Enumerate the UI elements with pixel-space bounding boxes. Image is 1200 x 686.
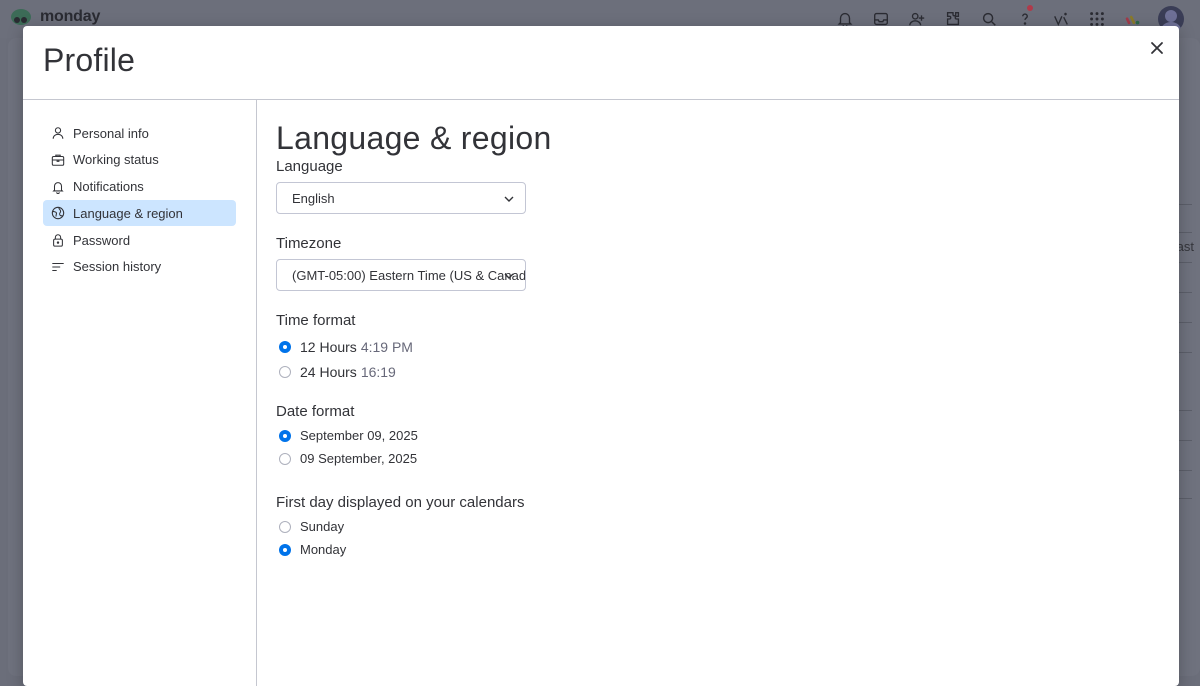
- timezone-dropdown[interactable]: (GMT-05:00) Eastern Time (US & Canada): [276, 259, 526, 291]
- date-format-day-first-radio[interactable]: 09 September, 2025: [276, 447, 1136, 470]
- sidebar-item-label: Session history: [73, 259, 162, 275]
- close-button[interactable]: [1145, 36, 1169, 60]
- lock-icon: [53, 234, 63, 247]
- language-value: English: [292, 190, 335, 206]
- sidebar-item-language-region[interactable]: Language & region: [43, 200, 236, 227]
- close-icon: [1151, 42, 1163, 54]
- date-format-options: September 09, 2025 09 September, 2025: [276, 424, 1136, 470]
- radio-unselected: [279, 452, 291, 465]
- option-label: September 09, 2025: [300, 428, 418, 443]
- profile-modal: Profile Personal info Working status Not…: [23, 26, 1179, 686]
- timezone-label: Timezone: [276, 235, 342, 252]
- first-day-sunday-radio[interactable]: Sunday: [276, 515, 1136, 538]
- sidebar-divider: [256, 100, 257, 686]
- radio-unselected: [279, 520, 291, 533]
- sidebar-item-session-history[interactable]: Session history: [43, 254, 236, 280]
- first-day-monday-radio[interactable]: Monday: [276, 538, 1136, 561]
- chevron-down-icon: [504, 196, 514, 202]
- header-divider: [23, 99, 1179, 100]
- option-label: Sunday: [300, 519, 345, 534]
- radio-unselected: [279, 365, 291, 378]
- chevron-down-icon: [504, 273, 514, 279]
- section-title: Language & region: [276, 120, 552, 156]
- first-day-options: Sunday Monday: [276, 515, 1136, 561]
- brand-name: monday: [40, 8, 101, 25]
- option-example: 16:19: [360, 363, 396, 380]
- timezone-value: (GMT-05:00) Eastern Time (US & Canada): [292, 267, 526, 283]
- option-example: 4:19 PM: [360, 338, 413, 355]
- monday-logo-mark: [10, 8, 32, 26]
- option-label: 12 Hours: [300, 338, 357, 355]
- sidebar-item-label: Personal info: [73, 125, 149, 141]
- first-day-label: First day displayed on your calendars: [276, 494, 525, 511]
- globe-icon: [51, 207, 65, 220]
- monday-logo[interactable]: monday: [10, 8, 100, 26]
- language-region-section: Language & region Language English Timez…: [276, 120, 1136, 561]
- date-format-month-first-radio[interactable]: September 09, 2025: [276, 424, 1136, 447]
- language-dropdown[interactable]: English: [276, 182, 526, 214]
- sidebar-item-password[interactable]: Password: [43, 227, 236, 253]
- notification-dot: [1027, 5, 1033, 11]
- profile-sidebar: Personal info Working status Notificatio…: [43, 120, 236, 281]
- time-format-24h-radio[interactable]: 24 Hours 16:19: [276, 359, 1136, 384]
- date-format-label: Date format: [276, 403, 355, 420]
- briefcase-icon: [51, 154, 65, 166]
- background-cell-text: ast: [1176, 239, 1194, 254]
- sidebar-item-label: Password: [73, 232, 131, 248]
- time-format-label: Time format: [276, 312, 356, 329]
- person-icon: [52, 127, 64, 139]
- time-format-options: 12 Hours 4:19 PM 24 Hours 16:19: [276, 334, 1136, 384]
- sidebar-item-label: Notifications: [73, 179, 144, 195]
- sidebar-item-personal-info[interactable]: Personal info: [43, 120, 236, 146]
- sidebar-item-working-status[interactable]: Working status: [43, 147, 236, 173]
- sidebar-item-label: Working status: [73, 152, 159, 168]
- radio-selected: [279, 543, 291, 556]
- time-format-12h-radio[interactable]: 12 Hours 4:19 PM: [276, 334, 1136, 359]
- sidebar-item-label: Language & region: [73, 205, 183, 221]
- radio-selected: [279, 340, 291, 353]
- option-label: Monday: [300, 542, 347, 557]
- option-label: 09 September, 2025: [300, 451, 418, 466]
- language-label: Language: [276, 158, 343, 175]
- history-icon: [52, 262, 64, 272]
- sidebar-item-notifications[interactable]: Notifications: [43, 174, 236, 200]
- bell-icon: [52, 181, 64, 194]
- modal-title: Profile: [43, 42, 136, 78]
- option-label: 24 Hours: [300, 363, 357, 380]
- radio-selected: [279, 429, 291, 442]
